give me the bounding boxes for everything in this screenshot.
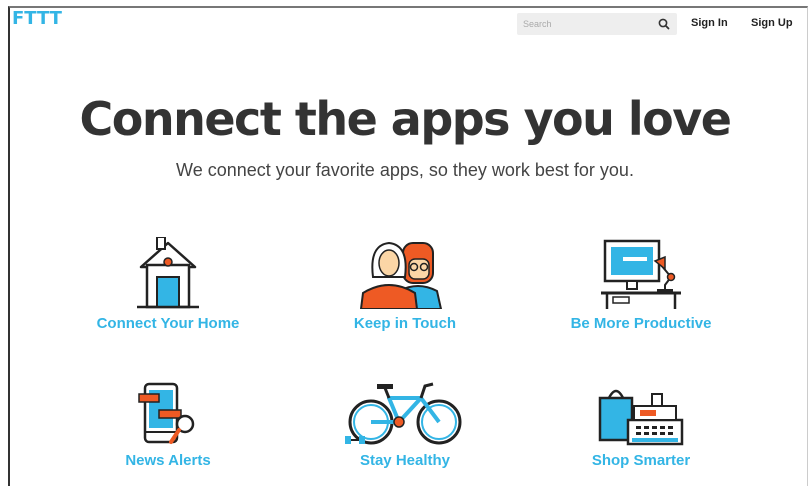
category-keep-in-touch[interactable]: Keep in Touch	[305, 237, 505, 332]
tile-label: Keep in Touch	[353, 315, 457, 332]
category-connect-your-home[interactable]: Connect Your Home	[68, 237, 268, 332]
browser-viewport: FTTT Sign In Sign Up Connect the apps yo…	[8, 6, 808, 486]
category-shop-smarter[interactable]: Shop Smarter	[541, 380, 741, 469]
category-news-alerts[interactable]: News Alerts	[68, 380, 268, 469]
category-stay-healthy[interactable]: Stay Healthy	[305, 380, 505, 469]
page-title: Connect the apps you love	[79, 92, 732, 146]
desk-computer-icon	[601, 239, 681, 309]
logo[interactable]: FTTT	[12, 8, 62, 29]
sign-in-link[interactable]: Sign In	[691, 17, 728, 29]
tile-label: Shop Smarter	[591, 452, 691, 469]
tile-label: News Alerts	[125, 452, 211, 469]
sign-up-link[interactable]: Sign Up	[751, 17, 793, 29]
search-box[interactable]	[517, 13, 677, 35]
couple-icon	[359, 241, 443, 309]
page-subtitle: We connect your favorite apps, so they w…	[176, 160, 634, 180]
house-icon	[137, 237, 199, 309]
tile-label: Stay Healthy	[359, 452, 451, 469]
bicycle-icon	[345, 382, 462, 445]
category-be-more-productive[interactable]: Be More Productive	[541, 237, 741, 332]
search-icon[interactable]	[657, 17, 671, 31]
tile-label: Connect Your Home	[96, 315, 240, 332]
tile-label: Be More Productive	[570, 315, 712, 332]
search-input[interactable]	[517, 13, 647, 35]
shopping-register-icon	[598, 389, 684, 446]
phone-news-icon	[138, 382, 195, 444]
